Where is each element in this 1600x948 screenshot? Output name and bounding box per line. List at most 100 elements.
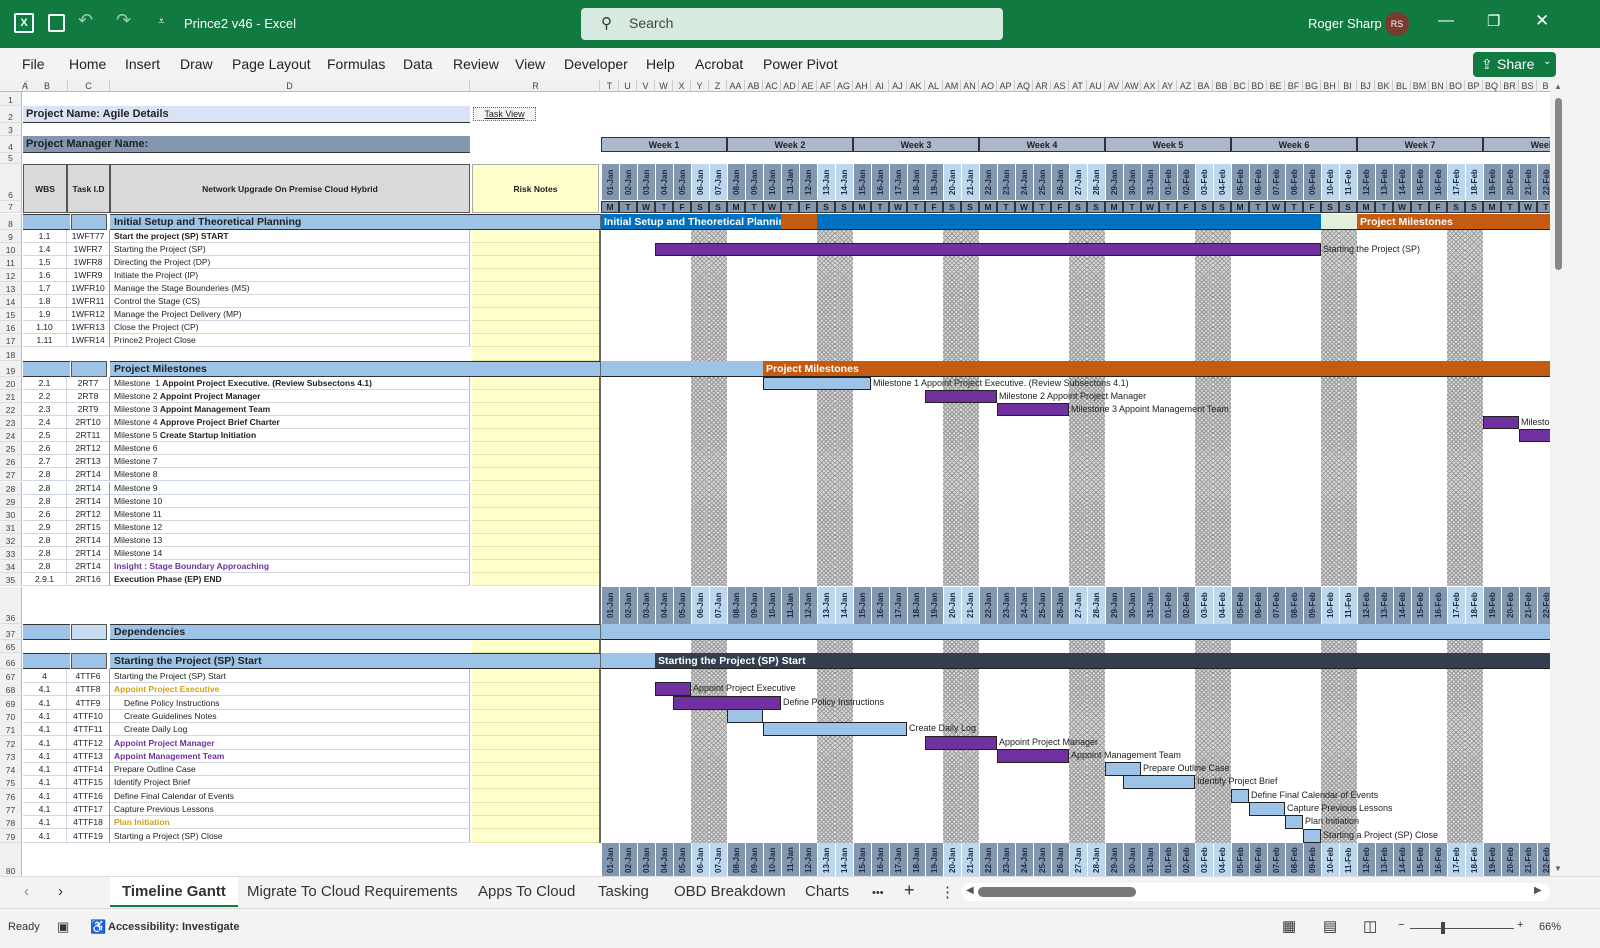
wbs-cell[interactable]: 1.7 xyxy=(23,282,67,295)
row-header-9[interactable]: 9 xyxy=(0,230,22,243)
wbs-cell[interactable]: 4.1 xyxy=(23,696,67,710)
task-id-cell[interactable]: 1WFR11 xyxy=(67,295,110,308)
risk-notes-cell[interactable] xyxy=(472,533,599,534)
task-name-cell[interactable]: Milestone 14 xyxy=(110,547,470,560)
wbs-cell[interactable]: 1.9 xyxy=(23,308,67,321)
tab-charts[interactable]: Charts xyxy=(805,883,849,900)
gantt-bar[interactable] xyxy=(1105,762,1141,776)
row-header-26[interactable]: 26 xyxy=(0,455,22,468)
column-header-BK[interactable]: BK xyxy=(1375,80,1393,92)
column-header-U[interactable]: U xyxy=(619,80,637,92)
task-id-cell[interactable]: 4TTF14 xyxy=(67,762,110,776)
task-id-cell[interactable]: 4TTF16 xyxy=(67,789,110,803)
column-header-AR[interactable]: AR xyxy=(1033,80,1051,92)
row-header-37[interactable]: 37 xyxy=(0,624,22,640)
column-header-BO[interactable]: BO xyxy=(1447,80,1465,92)
column-header-BF[interactable]: BF xyxy=(1285,80,1303,92)
menu-developer[interactable]: Developer xyxy=(564,56,628,72)
column-header-AB[interactable]: AB xyxy=(745,80,763,92)
risk-notes-cell[interactable] xyxy=(472,775,599,776)
wbs-cell[interactable]: 2.6 xyxy=(23,442,67,455)
column-header-AV[interactable]: AV xyxy=(1105,80,1123,92)
tab-apps-to-cloud[interactable]: Apps To Cloud xyxy=(478,883,575,900)
gantt-bar[interactable] xyxy=(1519,429,1550,442)
gantt-bar[interactable] xyxy=(1249,802,1285,816)
risk-notes-cell[interactable] xyxy=(472,682,599,683)
task-id-cell[interactable]: 2RT13 xyxy=(67,455,110,468)
column-header-AQ[interactable]: AQ xyxy=(1015,80,1033,92)
column-header-R[interactable]: R xyxy=(472,80,600,92)
wbs-cell[interactable]: 2.8 xyxy=(23,482,67,495)
tab-tasking[interactable]: Tasking xyxy=(598,883,649,900)
column-header-AY[interactable]: AY xyxy=(1159,80,1177,92)
menu-home[interactable]: Home xyxy=(69,56,106,72)
task-name-cell[interactable]: Starting a Project (SP) Close xyxy=(110,829,470,843)
column-header-BQ[interactable]: BQ xyxy=(1483,80,1501,92)
row-header-23[interactable]: 23 xyxy=(0,416,22,429)
task-id-cell[interactable]: 1WFT77 xyxy=(67,230,110,243)
menu-file[interactable]: File xyxy=(22,56,45,72)
column-header-AM[interactable]: AM xyxy=(943,80,961,92)
task-id-cell[interactable]: 1WFR12 xyxy=(67,308,110,321)
column-header-Z[interactable]: Z xyxy=(709,80,727,92)
chevron-down-icon[interactable]: ⌄ xyxy=(1543,56,1551,67)
row-header-72[interactable]: 72 xyxy=(0,736,22,750)
task-name-cell[interactable]: Milestone 6 xyxy=(110,442,470,455)
scroll-down-icon[interactable]: ▼ xyxy=(1554,864,1562,873)
gantt-bar[interactable] xyxy=(1303,829,1321,843)
column-header-Y[interactable]: Y xyxy=(691,80,709,92)
row-header-74[interactable]: 74 xyxy=(0,762,22,776)
restore-icon[interactable]: ❐ xyxy=(1487,12,1500,30)
task-id-cell[interactable]: 1WFR7 xyxy=(67,243,110,256)
risk-notes-column[interactable] xyxy=(472,230,599,361)
task-id-cell[interactable]: 4TTF6 xyxy=(67,669,110,683)
risk-notes-cell[interactable] xyxy=(472,415,599,416)
risk-notes-cell[interactable] xyxy=(472,281,599,282)
column-header-BR[interactable]: BR xyxy=(1501,80,1519,92)
task-id-cell[interactable]: 2RT10 xyxy=(67,416,110,429)
wbs-cell[interactable]: 2.2 xyxy=(23,390,67,403)
avatar[interactable]: RS xyxy=(1385,12,1409,36)
section-title[interactable]: Dependencies xyxy=(110,624,600,640)
task-id-cell[interactable]: 2RT7 xyxy=(67,377,110,390)
row-header-6[interactable]: 6 xyxy=(0,164,22,201)
task-name-cell[interactable]: Close the Project (CP) xyxy=(110,321,470,334)
column-header-BP[interactable]: BP xyxy=(1465,80,1483,92)
wbs-cell[interactable]: 2.4 xyxy=(23,416,67,429)
column-header-W[interactable]: W xyxy=(655,80,673,92)
task-id-cell[interactable]: 1WFR9 xyxy=(67,269,110,282)
risk-notes-cell[interactable] xyxy=(472,828,599,829)
save-icon[interactable] xyxy=(48,14,65,32)
menu-view[interactable]: View xyxy=(515,56,545,72)
redo-icon[interactable]: ↷ xyxy=(116,10,131,31)
risk-notes-cell[interactable] xyxy=(472,762,599,763)
wbs-cell[interactable]: 4 xyxy=(23,669,67,683)
column-header-B[interactable]: B xyxy=(27,80,68,92)
risk-notes-cell[interactable] xyxy=(472,320,599,321)
tab-obd-breakdown[interactable]: OBD Breakdown xyxy=(674,883,786,900)
wbs-cell[interactable]: 4.1 xyxy=(23,736,67,750)
wbs-cell[interactable]: 2.1 xyxy=(23,377,67,390)
row-header-76[interactable]: 76 xyxy=(0,789,22,803)
column-header-AJ[interactable]: AJ xyxy=(889,80,907,92)
risk-notes-cell[interactable] xyxy=(472,722,599,723)
risk-notes-cell[interactable] xyxy=(472,494,599,495)
risk-notes-cell[interactable] xyxy=(472,559,599,560)
customize-toolbar-icon[interactable]: ⩡ xyxy=(158,14,165,29)
column-header-BH[interactable]: BH xyxy=(1321,80,1339,92)
column-header-AC[interactable]: AC xyxy=(763,80,781,92)
task-name-cell[interactable]: Manage the Project Delivery (MP) xyxy=(110,308,470,321)
task-id-cell[interactable]: 1WFR14 xyxy=(67,334,110,347)
row-header-79[interactable]: 79 xyxy=(0,829,22,843)
menu-acrobat[interactable]: Acrobat xyxy=(695,56,743,72)
column-header-BM[interactable]: BM xyxy=(1411,80,1429,92)
column-header-BS[interactable]: BS xyxy=(1519,80,1537,92)
column-header-AE[interactable]: AE xyxy=(799,80,817,92)
task-name-cell[interactable]: Create Daily Log xyxy=(110,722,470,736)
wbs-cell[interactable]: 1.1 xyxy=(23,230,67,243)
risk-notes-cell[interactable] xyxy=(472,294,599,295)
column-header-BL[interactable]: BL xyxy=(1393,80,1411,92)
row-header-25[interactable]: 25 xyxy=(0,442,22,455)
vertical-scroll-thumb[interactable] xyxy=(1555,98,1562,270)
gantt-bar[interactable] xyxy=(1123,775,1195,789)
